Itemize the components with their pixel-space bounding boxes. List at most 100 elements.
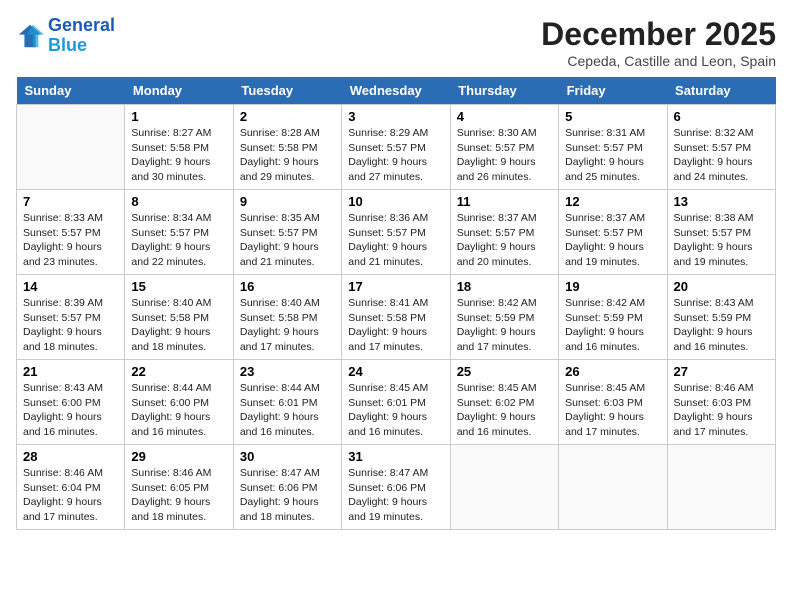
day-info: Sunrise: 8:43 AM Sunset: 6:00 PM Dayligh…	[23, 381, 118, 440]
day-info: Sunrise: 8:41 AM Sunset: 5:58 PM Dayligh…	[348, 296, 443, 355]
header-cell-wednesday: Wednesday	[342, 77, 450, 105]
day-cell: 31 Sunrise: 8:47 AM Sunset: 6:06 PM Dayli…	[342, 445, 450, 530]
day-number: 13	[674, 194, 769, 209]
day-cell: 19 Sunrise: 8:42 AM Sunset: 5:59 PM Dayli…	[559, 275, 667, 360]
day-info: Sunrise: 8:40 AM Sunset: 5:58 PM Dayligh…	[240, 296, 335, 355]
day-cell: 12 Sunrise: 8:37 AM Sunset: 5:57 PM Dayli…	[559, 190, 667, 275]
day-cell: 11 Sunrise: 8:37 AM Sunset: 5:57 PM Dayli…	[450, 190, 558, 275]
header-cell-monday: Monday	[125, 77, 233, 105]
day-number: 28	[23, 449, 118, 464]
day-cell: 8 Sunrise: 8:34 AM Sunset: 5:57 PM Daylig…	[125, 190, 233, 275]
day-cell: 7Sunrise: 8:33 AM Sunset: 5:57 PM Daylig…	[17, 190, 125, 275]
day-info: Sunrise: 8:34 AM Sunset: 5:57 PM Dayligh…	[131, 211, 226, 270]
day-number: 3	[348, 109, 443, 124]
day-number: 14	[23, 279, 118, 294]
day-info: Sunrise: 8:42 AM Sunset: 5:59 PM Dayligh…	[565, 296, 660, 355]
day-number: 30	[240, 449, 335, 464]
day-info: Sunrise: 8:29 AM Sunset: 5:57 PM Dayligh…	[348, 126, 443, 185]
day-cell: 18 Sunrise: 8:42 AM Sunset: 5:59 PM Dayli…	[450, 275, 558, 360]
day-cell: 4 Sunrise: 8:30 AM Sunset: 5:57 PM Daylig…	[450, 105, 558, 190]
day-cell: 23 Sunrise: 8:44 AM Sunset: 6:01 PM Dayli…	[233, 360, 341, 445]
header-cell-thursday: Thursday	[450, 77, 558, 105]
day-number: 31	[348, 449, 443, 464]
day-info: Sunrise: 8:44 AM Sunset: 6:00 PM Dayligh…	[131, 381, 226, 440]
day-info: Sunrise: 8:46 AM Sunset: 6:05 PM Dayligh…	[131, 466, 226, 525]
logo-line2: Blue	[48, 35, 87, 55]
day-cell: 21 Sunrise: 8:43 AM Sunset: 6:00 PM Dayli…	[17, 360, 125, 445]
day-cell: 10Sunrise: 8:36 AM Sunset: 5:57 PM Dayli…	[342, 190, 450, 275]
day-cell: 24 Sunrise: 8:45 AM Sunset: 6:01 PM Dayli…	[342, 360, 450, 445]
day-number: 15	[131, 279, 226, 294]
day-cell	[450, 445, 558, 530]
day-number: 26	[565, 364, 660, 379]
day-number: 24	[348, 364, 443, 379]
day-info: Sunrise: 8:45 AM Sunset: 6:03 PM Dayligh…	[565, 381, 660, 440]
day-info: Sunrise: 8:44 AM Sunset: 6:01 PM Dayligh…	[240, 381, 335, 440]
day-cell: 15 Sunrise: 8:40 AM Sunset: 5:58 PM Dayli…	[125, 275, 233, 360]
day-cell: 6Sunrise: 8:32 AM Sunset: 5:57 PM Daylig…	[667, 105, 775, 190]
header-cell-tuesday: Tuesday	[233, 77, 341, 105]
day-cell	[17, 105, 125, 190]
day-cell: 26 Sunrise: 8:45 AM Sunset: 6:03 PM Dayli…	[559, 360, 667, 445]
week-row-1: 1 Sunrise: 8:27 AM Sunset: 5:58 PM Daylig…	[17, 105, 776, 190]
header-row: SundayMondayTuesdayWednesdayThursdayFrid…	[17, 77, 776, 105]
day-cell: 17 Sunrise: 8:41 AM Sunset: 5:58 PM Dayli…	[342, 275, 450, 360]
day-number: 10	[348, 194, 443, 209]
day-cell: 25 Sunrise: 8:45 AM Sunset: 6:02 PM Dayli…	[450, 360, 558, 445]
day-cell: 5Sunrise: 8:31 AM Sunset: 5:57 PM Daylig…	[559, 105, 667, 190]
week-row-4: 21 Sunrise: 8:43 AM Sunset: 6:00 PM Dayli…	[17, 360, 776, 445]
day-number: 6	[674, 109, 769, 124]
day-info: Sunrise: 8:43 AM Sunset: 5:59 PM Dayligh…	[674, 296, 769, 355]
logo-text: General Blue	[48, 16, 115, 56]
day-number: 12	[565, 194, 660, 209]
day-info: Sunrise: 8:30 AM Sunset: 5:57 PM Dayligh…	[457, 126, 552, 185]
day-number: 8	[131, 194, 226, 209]
day-cell: 29 Sunrise: 8:46 AM Sunset: 6:05 PM Dayli…	[125, 445, 233, 530]
calendar-table: SundayMondayTuesdayWednesdayThursdayFrid…	[16, 77, 776, 530]
day-cell: 1 Sunrise: 8:27 AM Sunset: 5:58 PM Daylig…	[125, 105, 233, 190]
week-row-2: 7Sunrise: 8:33 AM Sunset: 5:57 PM Daylig…	[17, 190, 776, 275]
day-info: Sunrise: 8:37 AM Sunset: 5:57 PM Dayligh…	[565, 211, 660, 270]
calendar-body: 1 Sunrise: 8:27 AM Sunset: 5:58 PM Daylig…	[17, 105, 776, 530]
day-info: Sunrise: 8:38 AM Sunset: 5:57 PM Dayligh…	[674, 211, 769, 270]
day-cell: 9Sunrise: 8:35 AM Sunset: 5:57 PM Daylig…	[233, 190, 341, 275]
day-cell	[559, 445, 667, 530]
day-info: Sunrise: 8:42 AM Sunset: 5:59 PM Dayligh…	[457, 296, 552, 355]
day-info: Sunrise: 8:45 AM Sunset: 6:01 PM Dayligh…	[348, 381, 443, 440]
day-number: 21	[23, 364, 118, 379]
logo-icon	[16, 22, 44, 50]
day-number: 25	[457, 364, 552, 379]
day-number: 4	[457, 109, 552, 124]
header-cell-sunday: Sunday	[17, 77, 125, 105]
day-number: 29	[131, 449, 226, 464]
day-cell: 28Sunrise: 8:46 AM Sunset: 6:04 PM Dayli…	[17, 445, 125, 530]
day-number: 20	[674, 279, 769, 294]
header-cell-friday: Friday	[559, 77, 667, 105]
day-number: 1	[131, 109, 226, 124]
day-number: 2	[240, 109, 335, 124]
day-info: Sunrise: 8:39 AM Sunset: 5:57 PM Dayligh…	[23, 296, 118, 355]
day-cell: 16Sunrise: 8:40 AM Sunset: 5:58 PM Dayli…	[233, 275, 341, 360]
day-info: Sunrise: 8:46 AM Sunset: 6:03 PM Dayligh…	[674, 381, 769, 440]
day-info: Sunrise: 8:37 AM Sunset: 5:57 PM Dayligh…	[457, 211, 552, 270]
day-info: Sunrise: 8:27 AM Sunset: 5:58 PM Dayligh…	[131, 126, 226, 185]
header-cell-saturday: Saturday	[667, 77, 775, 105]
day-info: Sunrise: 8:45 AM Sunset: 6:02 PM Dayligh…	[457, 381, 552, 440]
week-row-5: 28Sunrise: 8:46 AM Sunset: 6:04 PM Dayli…	[17, 445, 776, 530]
day-info: Sunrise: 8:28 AM Sunset: 5:58 PM Dayligh…	[240, 126, 335, 185]
day-cell: 3 Sunrise: 8:29 AM Sunset: 5:57 PM Daylig…	[342, 105, 450, 190]
day-number: 23	[240, 364, 335, 379]
day-cell: 27Sunrise: 8:46 AM Sunset: 6:03 PM Dayli…	[667, 360, 775, 445]
day-number: 11	[457, 194, 552, 209]
day-number: 17	[348, 279, 443, 294]
logo-line1: General	[48, 15, 115, 35]
day-info: Sunrise: 8:47 AM Sunset: 6:06 PM Dayligh…	[348, 466, 443, 525]
day-info: Sunrise: 8:31 AM Sunset: 5:57 PM Dayligh…	[565, 126, 660, 185]
location-subtitle: Cepeda, Castille and Leon, Spain	[541, 53, 776, 69]
day-number: 18	[457, 279, 552, 294]
day-cell: 30Sunrise: 8:47 AM Sunset: 6:06 PM Dayli…	[233, 445, 341, 530]
day-number: 19	[565, 279, 660, 294]
month-title: December 2025	[541, 16, 776, 53]
day-info: Sunrise: 8:33 AM Sunset: 5:57 PM Dayligh…	[23, 211, 118, 270]
day-info: Sunrise: 8:40 AM Sunset: 5:58 PM Dayligh…	[131, 296, 226, 355]
